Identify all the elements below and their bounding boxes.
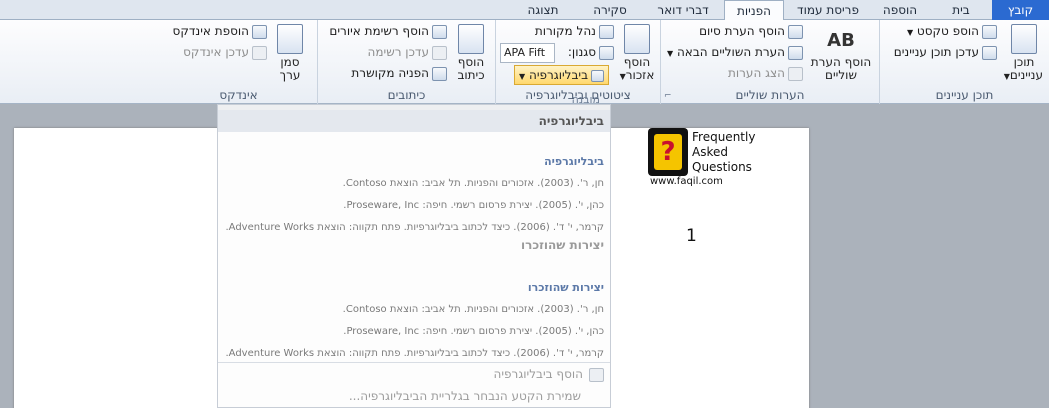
tab-references[interactable]: הפניות <box>724 0 784 21</box>
mark-entry-icon <box>277 24 303 54</box>
group-label-footnotes: הערות שוליים <box>735 88 805 102</box>
question-mark-icon: ? <box>654 134 682 170</box>
style-select[interactable]: APA Fift <box>500 43 555 63</box>
show-notes-button[interactable]: הצג הערות <box>728 64 803 83</box>
tab-home[interactable]: בית <box>932 0 990 20</box>
update-toc-button[interactable]: עדכן תוכן עניינים <box>894 43 997 62</box>
dialog-launcher-icon[interactable]: ⌐ <box>664 91 672 101</box>
update-table-icon <box>432 45 447 60</box>
mark-entry-label: סמן ערך <box>279 55 301 82</box>
logo-text: Frequently Asked Questions <box>692 130 756 174</box>
style-row: סגנון: <box>568 43 614 62</box>
toc-button[interactable]: תוכן עניינים▼ <box>1004 24 1043 83</box>
citation-line: כהן, י'. (2005). יצירת פרסום רשמי. חיפה:… <box>343 200 604 211</box>
style-icon <box>599 45 614 60</box>
insert-bibliography-command[interactable]: הוסף ביבליוגרפיה <box>494 367 604 382</box>
cross-reference-icon <box>432 66 447 81</box>
menu-divider <box>218 362 610 363</box>
gallery-header: ביבליוגרפיה <box>218 110 610 132</box>
update-index-icon <box>252 45 267 60</box>
add-text-button[interactable]: הוספ טקסט ▼ <box>907 22 997 41</box>
gallery-item-bibliography[interactable]: ביבליוגרפיה חן, ר'. (2003). אזכורים והפנ… <box>224 155 604 244</box>
tab-insert[interactable]: הוספה <box>870 0 930 20</box>
next-footnote-icon <box>788 45 803 60</box>
bibliography-gallery: מובנה ביבליוגרפיה ביבליוגרפיה חן, ר'. (2… <box>217 93 611 408</box>
insert-caption-label: הוסף כיתוב <box>457 55 485 82</box>
insert-index-button[interactable]: הוספת אינדקס <box>173 22 267 41</box>
ribbon: תוכן עניינים▼ הוספ טקסט ▼ עדכן תוכן עניי… <box>0 20 1049 104</box>
save-selection-command[interactable]: שמירת הקטע הנבחר בגלריית הביבליוגרפיה... <box>349 389 604 403</box>
page-number-text: 1 <box>686 226 697 246</box>
insert-index-icon <box>252 24 267 39</box>
group-captions: הוסף כיתוב הוסף רשימת איורים עדכן רשימה … <box>317 20 495 104</box>
insert-citation-button[interactable]: הוסף אזכור▼ <box>618 24 656 83</box>
insert-citation-label: הוסף אזכור <box>623 55 655 82</box>
bibliography-button[interactable]: ביבליוגרפיה ▼ <box>514 65 610 85</box>
group-table-of-contents: תוכן עניינים▼ הוספ טקסט ▼ עדכן תוכן עניי… <box>879 20 1049 104</box>
insert-caption-icon <box>458 24 484 54</box>
insert-bibliography-icon <box>589 367 604 382</box>
cross-reference-button[interactable]: הפניה מקושרת <box>351 64 447 83</box>
tab-file[interactable]: קובץ <box>992 0 1049 20</box>
logo-url: www.faqil.com <box>650 176 723 187</box>
bibliography-icon <box>591 69 605 82</box>
table-of-figures-icon <box>432 24 447 39</box>
mark-entry-button[interactable]: סמן ערך <box>273 24 307 82</box>
gallery-section-title: יצירות שהוזכרו <box>520 238 604 252</box>
group-label-toc: תוכן עניינים <box>935 88 994 102</box>
add-text-icon <box>982 24 997 39</box>
endnote-icon <box>788 24 803 39</box>
tab-view[interactable]: תצוגה <box>512 0 574 20</box>
citation-line: כהן, י'. (2005). יצירת פרסום רשמי. חיפה:… <box>343 326 604 337</box>
next-footnote-button[interactable]: הערת השוליים הבאה ▼ <box>667 43 803 62</box>
toc-button-label: תוכן עניינים <box>1009 55 1043 82</box>
ribbon-tab-bar: קובץ בית הוספה פריסת עמוד הפניות דברי דו… <box>0 0 1049 21</box>
group-index: סמן ערך הוספת אינדקס עדכן אינדקס אינדקס <box>160 20 317 104</box>
insert-citation-icon <box>624 24 650 54</box>
chevron-down-icon: ▼ <box>906 28 914 37</box>
footnote-ab-icon: AB <box>827 30 855 51</box>
gallery-item-title: ביבליוגרפיה <box>544 155 604 168</box>
insert-caption-button[interactable]: הוסף כיתוב <box>453 24 489 82</box>
manage-sources-button[interactable]: נהל מקורות <box>535 22 614 41</box>
gallery-item-title: יצירות שהוזכרו <box>527 281 604 294</box>
insert-table-of-figures-button[interactable]: הוסף רשימת איורים <box>329 22 447 41</box>
gallery-overlay-label: מובנה <box>571 93 600 106</box>
toc-icon <box>1011 24 1037 54</box>
tab-page-layout[interactable]: פריסת עמוד <box>786 0 870 20</box>
manage-sources-icon <box>599 24 614 39</box>
update-table-icon <box>982 45 997 60</box>
insert-footnote-label: הוסף הערת שוליים <box>810 55 872 82</box>
group-label-captions: כיתובים <box>387 88 426 102</box>
citation-line: חן, ר'. (2003). אזכורים והפניות. תל אביב… <box>342 304 604 315</box>
tab-mailings[interactable]: דברי דואר <box>644 0 722 20</box>
chevron-down-icon: ▼ <box>519 72 526 81</box>
insert-footnote-button[interactable]: AB הוסף הערת שוליים <box>807 26 875 82</box>
update-table-button[interactable]: עדכן רשימה <box>368 43 447 62</box>
tab-review[interactable]: סקירה <box>578 0 642 20</box>
faq-logo: ? Frequently Asked Questions www.faqil.c… <box>648 128 763 190</box>
gallery-item-works-cited[interactable]: יצירות שהוזכרו חן, ר'. (2003). אזכורים ו… <box>224 281 604 370</box>
insert-endnote-button[interactable]: הוסף הערת סיום <box>699 22 803 41</box>
citation-line: חן, ר'. (2003). אזכורים והפניות. תל אביב… <box>342 178 604 189</box>
group-footnotes: AB הוסף הערת שוליים הוסף הערת סיום הערת … <box>660 20 879 104</box>
group-citations: הוסף אזכור▼ נהל מקורות סגנון: APA Fift ב… <box>495 20 660 104</box>
show-notes-icon <box>788 66 803 81</box>
update-index-button[interactable]: עדכן אינדקס <box>183 43 267 62</box>
style-label: סגנון: <box>567 45 596 59</box>
chevron-down-icon: ▼ <box>666 49 674 58</box>
group-label-index: אינדקס <box>219 88 258 102</box>
